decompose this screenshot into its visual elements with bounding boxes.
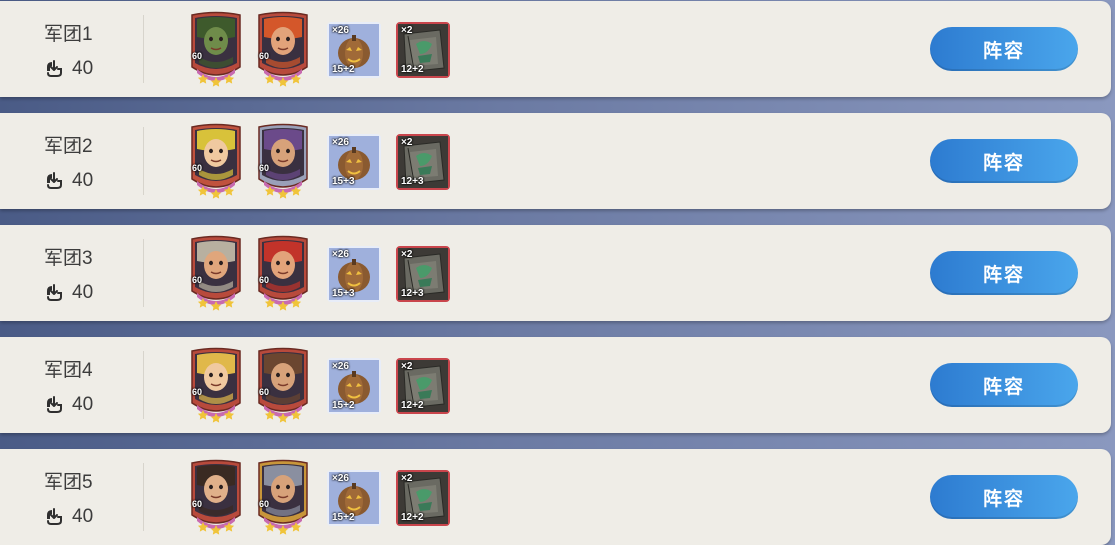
pumpkin-relic-icon[interactable]: ×26 15+2	[327, 470, 381, 526]
item-level: 12+3	[401, 288, 424, 299]
item-level: 15+2	[332, 64, 355, 75]
legion-power-value: 40	[72, 506, 94, 527]
row-divider	[143, 351, 144, 419]
stone-slab-relic-icon[interactable]: ×2 12+3	[396, 246, 450, 302]
item-level: 12+2	[401, 512, 424, 523]
hero-portrait-red-dwarf-icon[interactable]: 60	[256, 235, 310, 311]
stone-slab-relic-icon[interactable]: ×2 12+2	[396, 22, 450, 78]
pumpkin-relic-icon[interactable]: ×26 15+2	[327, 22, 381, 78]
hero-level: 60	[192, 163, 203, 173]
item-level: 15+3	[332, 176, 355, 187]
hero-portrait-brown-hair-man-icon[interactable]: 60	[256, 347, 310, 423]
troop-power-icon	[47, 396, 62, 413]
item-quantity: ×2	[401, 361, 413, 372]
hero-level: 60	[192, 499, 203, 509]
item-quantity: ×2	[401, 249, 413, 260]
hero-level: 60	[192, 51, 203, 61]
stone-slab-relic-icon[interactable]: ×2 12+2	[396, 358, 450, 414]
lineup-button[interactable]: 阵容	[930, 251, 1078, 295]
troop-power-icon	[47, 60, 62, 77]
stone-slab-relic-icon[interactable]: ×2 12+3	[396, 134, 450, 190]
hero-portrait-armored-elder-icon[interactable]: 60	[256, 459, 310, 535]
legion-row: 军团2 40 60 60 ×26 15+3 ×2 12+3 阵容	[0, 113, 1111, 209]
hero-portrait-dark-hair-youth-icon[interactable]: 60	[189, 459, 243, 535]
legion-row: 军团1 40 60 60 ×26 15+2 ×2 12+2 阵容	[0, 1, 1111, 97]
hero-portrait-green-knight-icon[interactable]: 60	[189, 11, 243, 87]
item-quantity: ×26	[332, 249, 349, 260]
item-level: 12+2	[401, 64, 424, 75]
legion-power: 40	[44, 57, 93, 81]
pumpkin-relic-icon[interactable]: ×26 15+2	[327, 358, 381, 414]
legion-row: 军团3 40 60 60 ×26 15+3 ×2 12+3 阵容	[0, 225, 1111, 321]
row-divider	[143, 463, 144, 531]
legion-row: 军团5 40 60 60 ×26 15+2 ×2 12+2 阵容	[0, 449, 1111, 545]
hero-level: 60	[259, 51, 270, 61]
lineup-button[interactable]: 阵容	[930, 363, 1078, 407]
legion-power: 40	[44, 169, 93, 193]
legion-row: 军团4 40 60 60 ×26 15+2 ×2 12+2 阵容	[0, 337, 1111, 433]
hero-level: 60	[259, 499, 270, 509]
row-divider	[143, 15, 144, 83]
hero-portrait-blonde-hero-icon[interactable]: 60	[189, 123, 243, 199]
hero-portrait-dwarf-helmet-icon[interactable]: 60	[189, 235, 243, 311]
item-level: 15+2	[332, 512, 355, 523]
hero-portrait-blonde-youth-icon[interactable]: 60	[189, 347, 243, 423]
troop-power-icon	[47, 172, 62, 189]
hero-portrait-masked-warrior-icon[interactable]: 60	[256, 123, 310, 199]
legion-power-value: 40	[72, 170, 94, 191]
item-quantity: ×26	[332, 137, 349, 148]
hero-level: 60	[192, 275, 203, 285]
legion-name: 军团4	[44, 360, 93, 381]
item-quantity: ×2	[401, 137, 413, 148]
legion-power: 40	[44, 281, 93, 305]
item-quantity: ×2	[401, 473, 413, 484]
legion-power: 40	[44, 393, 93, 417]
legion-name: 军团1	[44, 24, 93, 45]
legion-power-value: 40	[72, 282, 94, 303]
item-level: 12+3	[401, 176, 424, 187]
legion-name: 军团5	[44, 472, 93, 493]
hero-level: 60	[259, 387, 270, 397]
hero-level: 60	[259, 275, 270, 285]
stone-slab-relic-icon[interactable]: ×2 12+2	[396, 470, 450, 526]
row-divider	[143, 127, 144, 195]
row-divider	[143, 239, 144, 307]
hero-portrait-red-hair-woman-icon[interactable]: 60	[256, 11, 310, 87]
item-quantity: ×2	[401, 25, 413, 36]
hero-level: 60	[192, 387, 203, 397]
pumpkin-relic-icon[interactable]: ×26 15+3	[327, 246, 381, 302]
troop-power-icon	[47, 508, 62, 525]
legion-name: 军团2	[44, 136, 93, 157]
item-quantity: ×26	[332, 473, 349, 484]
item-level: 15+2	[332, 400, 355, 411]
legion-power-value: 40	[72, 394, 94, 415]
lineup-button[interactable]: 阵容	[930, 475, 1078, 519]
item-level: 15+3	[332, 288, 355, 299]
item-quantity: ×26	[332, 361, 349, 372]
legion-name: 军团3	[44, 248, 93, 269]
lineup-button[interactable]: 阵容	[930, 27, 1078, 71]
troop-power-icon	[47, 284, 62, 301]
lineup-button[interactable]: 阵容	[930, 139, 1078, 183]
hero-level: 60	[259, 163, 270, 173]
legion-power: 40	[44, 505, 93, 529]
pumpkin-relic-icon[interactable]: ×26 15+3	[327, 134, 381, 190]
item-level: 12+2	[401, 400, 424, 411]
legion-power-value: 40	[72, 58, 94, 79]
item-quantity: ×26	[332, 25, 349, 36]
